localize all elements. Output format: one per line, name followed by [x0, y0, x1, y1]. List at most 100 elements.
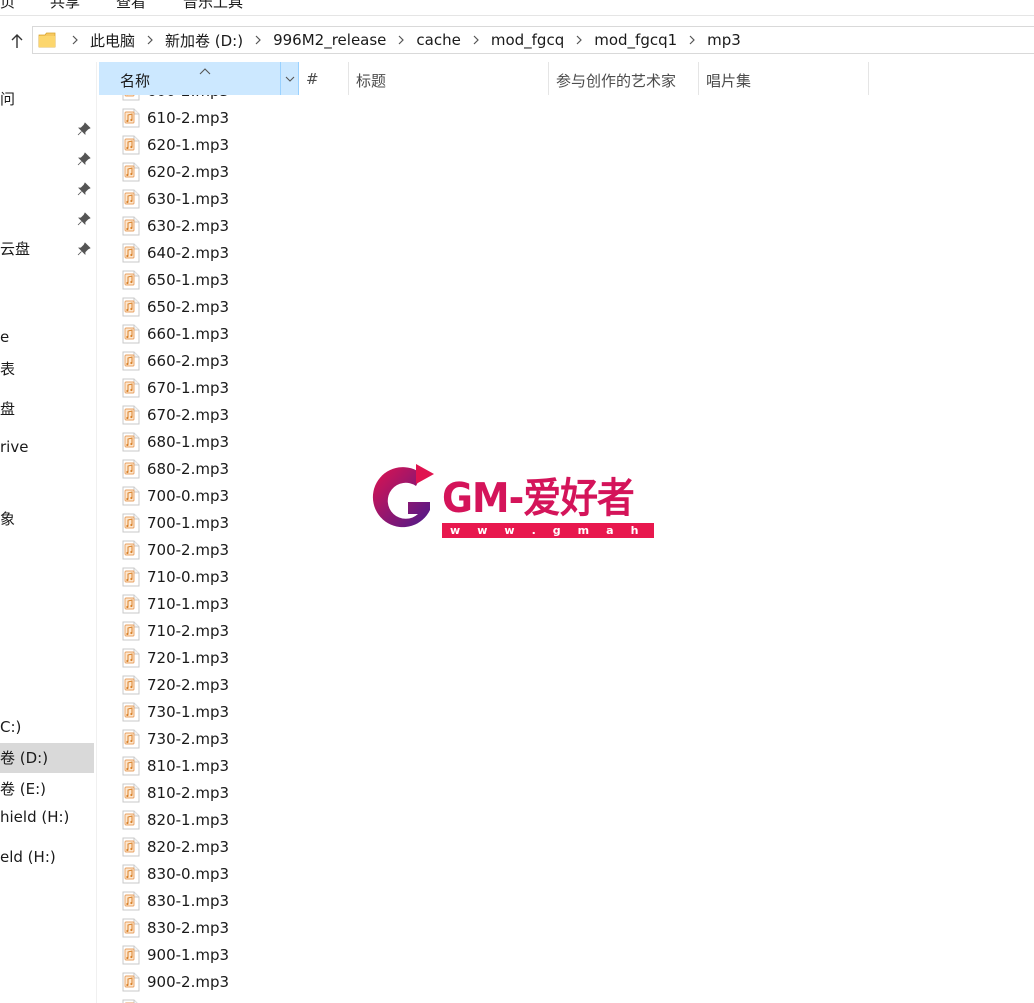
nav-item-label: 象: [0, 510, 16, 528]
file-row[interactable]: 650-2.mp3: [99, 294, 299, 321]
file-row[interactable]: 710-1.mp3: [99, 591, 299, 618]
mp3-file-icon: [122, 648, 140, 668]
nav-item-quick-2[interactable]: [0, 144, 94, 174]
pin-icon[interactable]: [77, 212, 91, 226]
file-row[interactable]: 660-1.mp3: [99, 321, 299, 348]
file-row[interactable]: 670-2.mp3: [99, 402, 299, 429]
nav-item-drive-h-2[interactable]: eld (H:): [0, 844, 94, 874]
chevron-right-icon[interactable]: [568, 35, 590, 45]
column-header-album[interactable]: 唱片集: [706, 70, 751, 91]
file-row[interactable]: 670-1.mp3: [99, 375, 299, 402]
column-divider[interactable]: [548, 62, 549, 95]
file-name: 710-1.mp3: [147, 595, 230, 613]
file-row[interactable]: 600-2.mp3: [99, 95, 299, 105]
file-name: 810-2.mp3: [147, 784, 230, 802]
nav-item-quick-1[interactable]: [0, 114, 94, 144]
column-header-title[interactable]: 标题: [356, 70, 386, 91]
chevron-right-icon[interactable]: [139, 35, 161, 45]
nav-item-disk[interactable]: 盘: [0, 394, 94, 424]
file-row[interactable]: 700-0.mp3: [99, 483, 299, 510]
nav-item-recent[interactable]: 问: [0, 84, 94, 114]
file-row[interactable]: 660-2.mp3: [99, 348, 299, 375]
file-name: 660-1.mp3: [147, 325, 230, 343]
file-row[interactable]: 710-2.mp3: [99, 618, 299, 645]
file-row[interactable]: 730-2.mp3: [99, 726, 299, 753]
column-divider[interactable]: [868, 62, 869, 95]
nav-item-table[interactable]: 表: [0, 354, 94, 384]
ribbon-tab-music-tools[interactable]: 音乐工具: [183, 0, 243, 12]
file-row[interactable]: [99, 996, 299, 1003]
chevron-down-icon: [285, 76, 294, 82]
mp3-file-icon: [122, 864, 140, 884]
chevron-right-icon[interactable]: [247, 35, 269, 45]
file-row[interactable]: 680-2.mp3: [99, 456, 299, 483]
file-row[interactable]: 810-2.mp3: [99, 780, 299, 807]
file-row[interactable]: 720-1.mp3: [99, 645, 299, 672]
file-row[interactable]: 620-1.mp3: [99, 132, 299, 159]
pin-icon[interactable]: [77, 152, 91, 166]
up-button[interactable]: [6, 28, 28, 54]
nav-item-drive-e[interactable]: 卷 (E:): [0, 774, 94, 804]
nav-item-label: 卷 (E:): [0, 780, 47, 798]
address-bar[interactable]: 此电脑 新加卷 (D:) 996M2_release cache mod_fgc…: [32, 26, 1034, 54]
file-row[interactable]: 700-1.mp3: [99, 510, 299, 537]
breadcrumb-mod-fgcq[interactable]: mod_fgcq: [487, 31, 568, 49]
mp3-file-icon: [122, 594, 140, 614]
ribbon-tab-share[interactable]: 共享: [50, 0, 80, 12]
nav-item-quick-4[interactable]: [0, 204, 94, 234]
chevron-right-icon[interactable]: [465, 35, 487, 45]
file-row[interactable]: 630-1.mp3: [99, 186, 299, 213]
nav-item-quick-3[interactable]: [0, 174, 94, 204]
file-row[interactable]: 700-2.mp3: [99, 537, 299, 564]
chevron-right-icon[interactable]: [390, 35, 412, 45]
file-row[interactable]: 640-2.mp3: [99, 240, 299, 267]
file-row[interactable]: 810-1.mp3: [99, 753, 299, 780]
pin-icon[interactable]: [77, 122, 91, 136]
watermark-text: GM-爱好者: [442, 474, 635, 522]
ribbon-tab-view[interactable]: 查看: [116, 0, 146, 12]
file-row[interactable]: 730-1.mp3: [99, 699, 299, 726]
column-divider[interactable]: [698, 62, 699, 95]
nav-item-drive-d[interactable]: 卷 (D:): [0, 743, 94, 773]
breadcrumb-this-pc[interactable]: 此电脑: [86, 30, 139, 51]
breadcrumb-mod-fgcq1[interactable]: mod_fgcq1: [590, 31, 681, 49]
file-row[interactable]: 650-1.mp3: [99, 267, 299, 294]
file-row[interactable]: 720-2.mp3: [99, 672, 299, 699]
file-row[interactable]: 710-0.mp3: [99, 564, 299, 591]
mp3-file-icon: [122, 783, 140, 803]
column-header-name[interactable]: 名称: [99, 62, 299, 95]
pin-icon[interactable]: [77, 242, 91, 256]
nav-item-label: rive: [0, 438, 29, 456]
nav-item-cloud[interactable]: 云盘: [0, 234, 94, 264]
file-row[interactable]: 620-2.mp3: [99, 159, 299, 186]
nav-item-e[interactable]: e: [0, 324, 94, 354]
file-row[interactable]: 680-1.mp3: [99, 429, 299, 456]
mp3-file-icon: [122, 459, 140, 479]
file-row[interactable]: 630-2.mp3: [99, 213, 299, 240]
breadcrumb-release[interactable]: 996M2_release: [269, 31, 390, 49]
column-header-number[interactable]: #: [306, 70, 319, 88]
nav-item-objects[interactable]: 象: [0, 504, 94, 534]
nav-item-drive-c[interactable]: C:): [0, 714, 94, 744]
file-row[interactable]: 830-0.mp3: [99, 861, 299, 888]
file-row[interactable]: 830-2.mp3: [99, 915, 299, 942]
breadcrumb-cache[interactable]: cache: [412, 31, 464, 49]
file-row[interactable]: 610-2.mp3: [99, 105, 299, 132]
ribbon-tab-home[interactable]: 页: [0, 0, 15, 12]
column-divider[interactable]: [348, 62, 349, 95]
file-row[interactable]: 900-1.mp3: [99, 942, 299, 969]
file-row[interactable]: 830-1.mp3: [99, 888, 299, 915]
breadcrumb-mp3[interactable]: mp3: [703, 31, 745, 49]
file-row[interactable]: 820-2.mp3: [99, 834, 299, 861]
chevron-right-icon[interactable]: [681, 35, 703, 45]
pane-divider[interactable]: [96, 62, 97, 1003]
breadcrumb-drive-d[interactable]: 新加卷 (D:): [161, 30, 247, 51]
column-header-artists[interactable]: 参与创作的艺术家: [556, 70, 676, 91]
file-row[interactable]: 820-1.mp3: [99, 807, 299, 834]
file-name: 720-2.mp3: [147, 676, 230, 694]
pin-icon[interactable]: [77, 182, 91, 196]
column-filter-dropdown[interactable]: [280, 62, 298, 95]
nav-item-drive-h[interactable]: hield (H:): [0, 804, 94, 834]
nav-item-drive[interactable]: rive: [0, 434, 94, 464]
file-row[interactable]: 900-2.mp3: [99, 969, 299, 996]
